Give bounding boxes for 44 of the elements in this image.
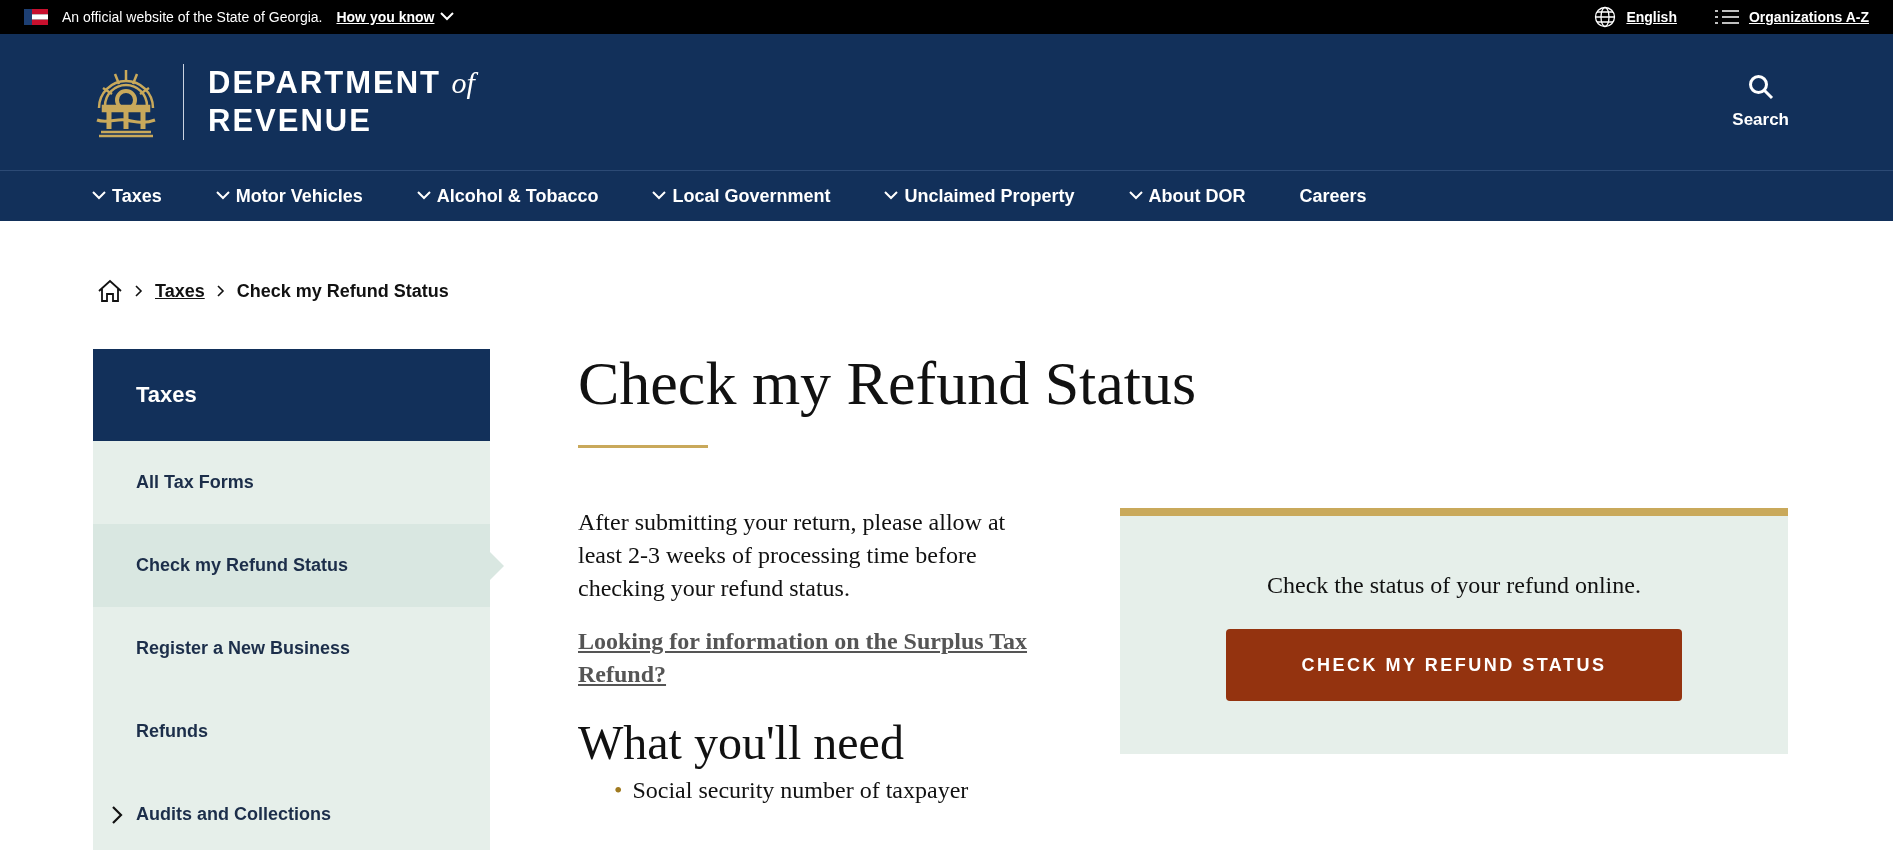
callout-text: Check the status of your refund online. xyxy=(1267,572,1641,600)
how-you-know-link[interactable]: How you know xyxy=(336,9,455,25)
breadcrumb-current: Check my Refund Status xyxy=(236,280,449,302)
pointer-arrow-icon xyxy=(490,551,504,580)
chevron-right-icon xyxy=(216,285,225,297)
chevron-down-icon xyxy=(884,191,899,201)
list-item: Social security number of taxpayer xyxy=(632,776,969,806)
globe-icon xyxy=(1594,6,1617,28)
sidebar-item[interactable]: All Tax Forms xyxy=(93,441,490,524)
bullet-marker: • xyxy=(614,776,623,806)
nav-menu-item[interactable]: Motor Vehicles xyxy=(215,185,363,207)
flag-icon xyxy=(24,9,48,25)
chevron-right-icon xyxy=(111,805,123,825)
nav-menu-item[interactable]: About DOR xyxy=(1128,185,1246,207)
chevron-down-icon xyxy=(416,191,431,201)
search-icon xyxy=(1747,74,1774,100)
organizations-link[interactable]: Organizations A-Z xyxy=(1748,9,1869,25)
search-button[interactable]: Search xyxy=(1726,73,1795,131)
page-title: Check my Refund Status xyxy=(578,349,1198,418)
list-icon xyxy=(1714,9,1739,25)
nav-menu-item[interactable]: Careers xyxy=(1299,185,1367,207)
sidebar-item[interactable]: Register a New Business xyxy=(93,607,490,690)
section-heading: What you'll need xyxy=(578,715,905,772)
sidebar-item[interactable]: Refunds xyxy=(93,690,490,773)
chevron-down-icon xyxy=(652,191,667,201)
sidebar-item[interactable]: Check my Refund Status xyxy=(93,524,490,607)
nav-menu-item[interactable]: Unclaimed Property xyxy=(884,185,1075,207)
chevron-down-icon xyxy=(1128,191,1143,201)
chevron-down-icon xyxy=(215,191,230,201)
language-link[interactable]: English xyxy=(1626,9,1677,25)
official-website-text: An official website of the State of Georgia. xyxy=(62,9,323,25)
check-refund-button[interactable]: CHECK MY REFUND STATUS xyxy=(1226,629,1682,702)
nav-menu-item[interactable]: Taxes xyxy=(92,185,162,207)
nav-menu-item[interactable]: Local Government xyxy=(652,185,831,207)
surplus-tax-refund-link[interactable]: Looking for information on the Surplus Tax Refund? xyxy=(578,625,1048,692)
intro-paragraph: After submitting your return, please allow at least 2-3 weeks of processing time before checking your refund status. xyxy=(578,508,1007,604)
nav-menu-item[interactable]: Alcohol & Tobacco xyxy=(416,185,599,207)
sidebar-item[interactable]: Audits and Collections xyxy=(93,773,490,850)
chevron-down-icon xyxy=(440,12,455,22)
home-icon[interactable] xyxy=(97,279,123,303)
chevron-down-icon xyxy=(92,191,106,201)
sidebar-heading: Taxes xyxy=(93,349,490,441)
breadcrumb-link[interactable]: Taxes xyxy=(155,280,205,302)
chevron-right-icon xyxy=(135,285,143,297)
